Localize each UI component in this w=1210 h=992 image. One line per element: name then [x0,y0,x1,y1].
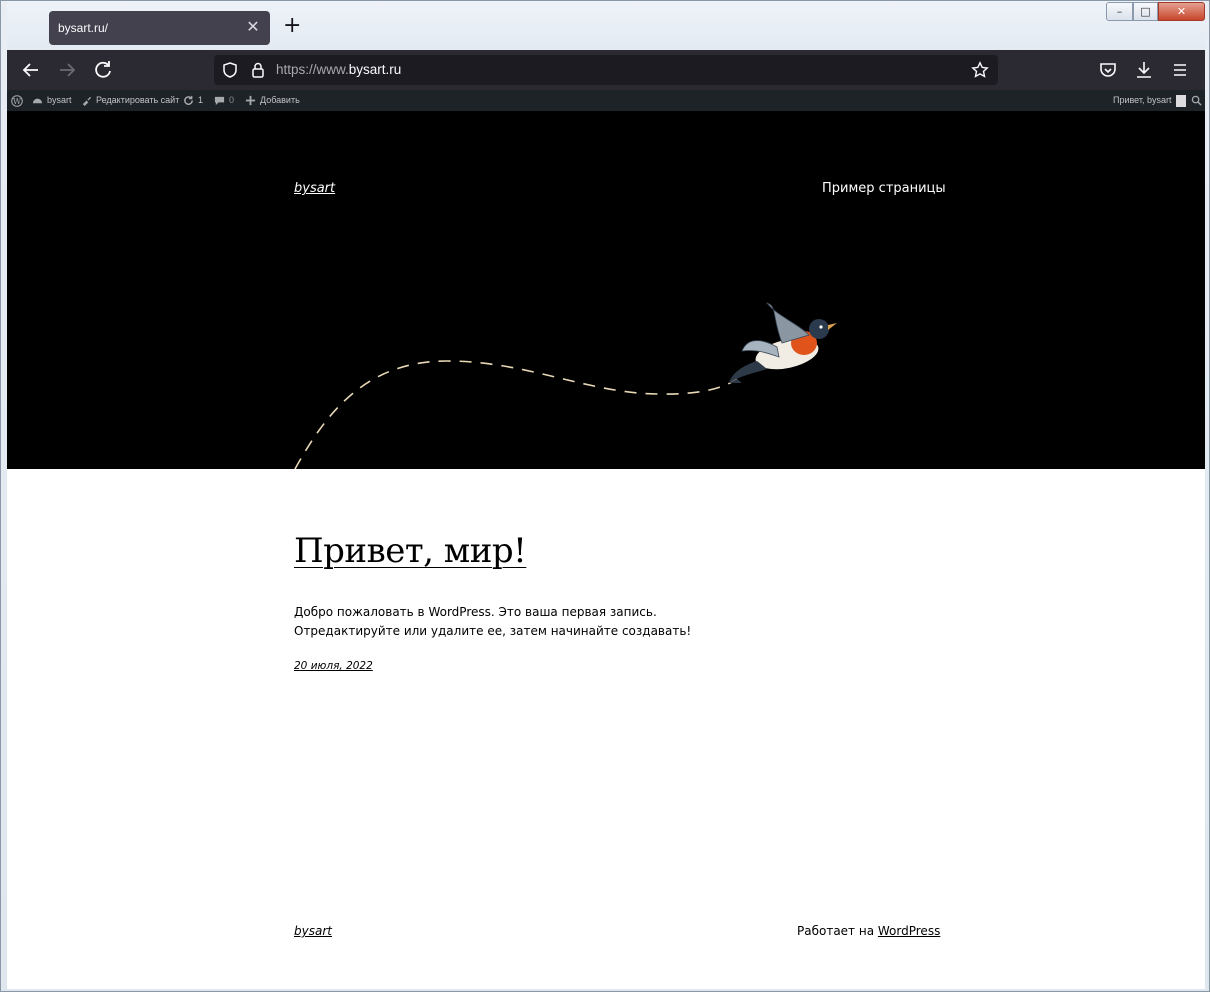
admin-site-link[interactable]: bysart [32,90,72,111]
search-icon [1191,95,1202,106]
minimize-button[interactable]: – [1106,2,1133,21]
bookmark-star-icon[interactable] [971,61,989,79]
post-date-link[interactable]: 20 июля, 2022 [294,660,373,672]
pocket-icon[interactable] [1097,59,1119,81]
comments-count: 0 [229,95,235,105]
maximize-button[interactable]: □ [1133,2,1158,21]
plus-icon [245,95,256,106]
footer-site-title-link[interactable]: bysart [294,924,332,938]
new-tab-button[interactable]: + [283,15,301,37]
window-controls: – □ ✕ [1106,2,1205,22]
updates-icon [184,95,193,105]
tab-strip: bysart.ru/ ✕ + [7,1,1205,50]
dashboard-icon [32,98,43,104]
updates-link[interactable]: 1 [183,90,203,111]
back-button[interactable] [19,58,43,82]
nav-link-sample-page[interactable]: Пример страницы [822,181,946,196]
new-content-link[interactable]: Добавить [245,90,300,111]
hero-header: bysart Пример страницы [7,111,1205,469]
reload-icon [95,61,111,78]
admin-site-name: bysart [47,95,72,105]
wordpress-logo-button[interactable]: W [11,90,23,111]
customize-label: Редактировать сайт [96,95,180,105]
lock-icon [252,62,264,78]
wordpress-link[interactable]: WordPress [878,924,940,938]
footer-powered-by: Работает на WordPress [797,924,940,938]
url-text[interactable]: https://www.bysart.ru [276,62,401,77]
wordpress-logo-icon: W [11,94,23,107]
post-excerpt: Добро пожаловать в WordPress. Это ваша п… [294,605,692,638]
browser-tab[interactable]: bysart.ru/ ✕ [49,11,270,45]
new-content-label: Добавить [260,95,300,105]
url-prefix: https://www. [276,62,349,77]
address-bar[interactable]: https://www.bysart.ru [214,55,998,85]
close-tab-icon[interactable]: ✕ [244,18,262,36]
back-arrow-icon [22,63,38,77]
comments-icon [214,96,225,106]
post-title-link[interactable]: Привет, мир! [294,531,527,571]
tracking-shield-icon [223,62,237,78]
forward-button[interactable] [55,58,79,82]
customize-site-link[interactable]: Редактировать сайт [81,90,179,111]
greeting-text: Привет, bysart [1113,95,1172,105]
web-page: bysart Пример страницы Привет, мир! Добр… [7,111,1205,989]
admin-search-button[interactable] [1191,90,1202,111]
avatar [1175,94,1186,107]
hero-illustration [294,302,837,469]
powered-by-text: Работает на [797,924,875,938]
comments-link[interactable]: 0 [214,90,234,111]
bird-illustration [729,302,837,383]
tab-title: bysart.ru/ [58,21,109,35]
site-title-link[interactable]: bysart [294,181,335,196]
browser-window: bysart.ru/ ✕ + – □ ✕ https://www.bysart.… [0,0,1210,992]
wp-admin-bar: W bysart Редактировать сайт 1 0 Добавить… [7,90,1205,111]
reload-button[interactable] [91,58,115,82]
close-window-button[interactable]: ✕ [1158,2,1205,21]
my-account-link[interactable]: Привет, bysart [1113,90,1186,111]
downloads-icon[interactable] [1133,59,1155,81]
updates-count: 1 [198,95,204,105]
svg-text:W: W [13,96,22,105]
navigation-toolbar: https://www.bysart.ru [7,50,1205,90]
brush-icon [82,96,92,106]
forward-arrow-icon [60,63,76,77]
flight-path-dashed-line [294,360,738,469]
url-domain: bysart.ru [348,62,402,77]
menu-hamburger-icon[interactable] [1169,59,1191,81]
